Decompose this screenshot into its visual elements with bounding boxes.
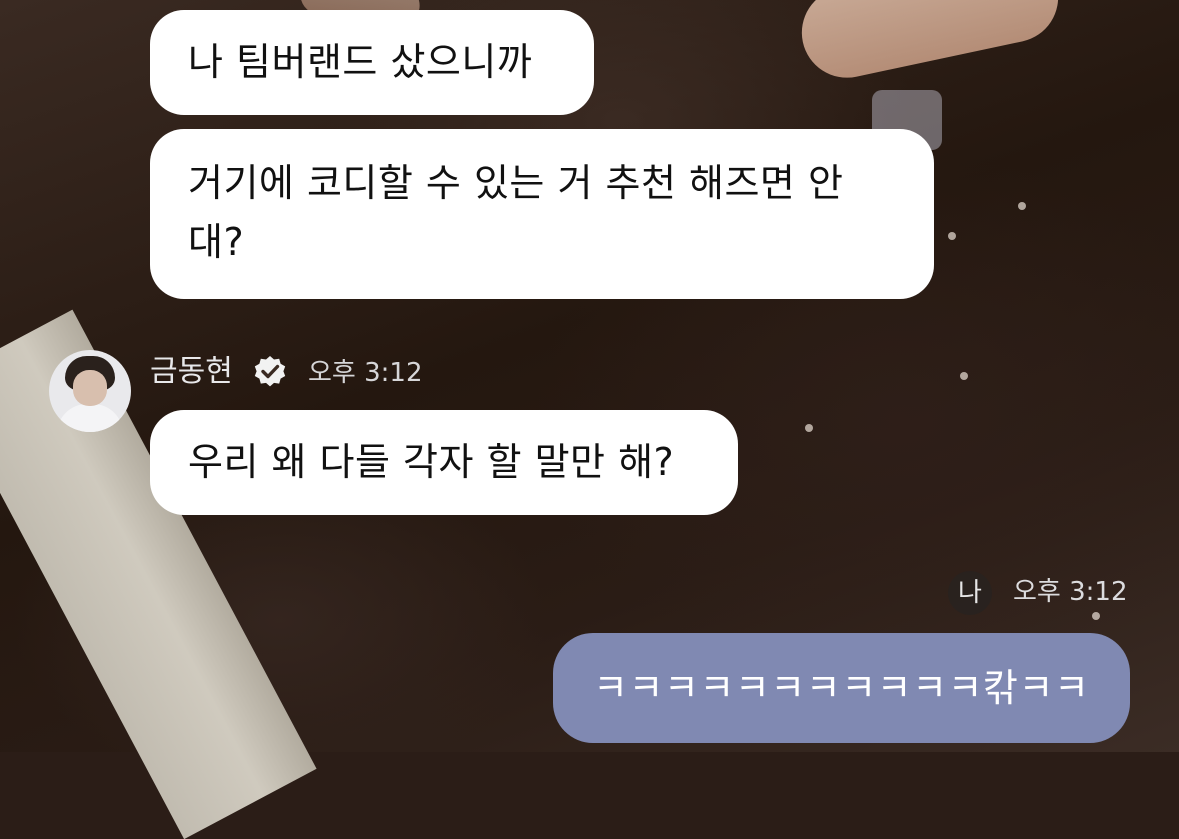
avatar-face [73,370,107,406]
message-text: 나 팀버랜드 샀으니까 [188,40,533,84]
sender-name[interactable]: 금동현 [150,352,233,392]
message-timestamp: 오후 3:12 [308,358,423,388]
background-photo-element [1018,202,1026,210]
message-text: 우리 왜 다들 각자 할 말만 해? [188,440,675,484]
message-timestamp: 오후 3:12 [1013,577,1128,607]
message-text: 거기에 코디할 수 있는 거 추천 해즈면 안 대? [188,161,844,264]
background-photo-element [1092,612,1100,620]
me-badge: 나 [948,571,992,615]
verified-check-icon [254,356,286,387]
outgoing-message-bubble[interactable]: ㅋㅋㅋㅋㅋㅋㅋㅋㅋㅋㅋ칶ㅋㅋ [553,633,1130,743]
incoming-message-bubble[interactable]: 우리 왜 다들 각자 할 말만 해? [150,410,738,515]
incoming-message-bubble[interactable]: 나 팀버랜드 샀으니까 [150,10,594,115]
incoming-message-bubble[interactable]: 거기에 코디할 수 있는 거 추천 해즈면 안 대? [150,129,934,299]
background-photo-element [805,424,813,432]
sender-avatar[interactable] [49,350,131,432]
background-photo-element [960,372,968,380]
avatar-shirt [57,404,123,432]
message-text: ㅋㅋㅋㅋㅋㅋㅋㅋㅋㅋㅋ칶ㅋㅋ [593,666,1090,710]
background-photo-element [948,232,956,240]
